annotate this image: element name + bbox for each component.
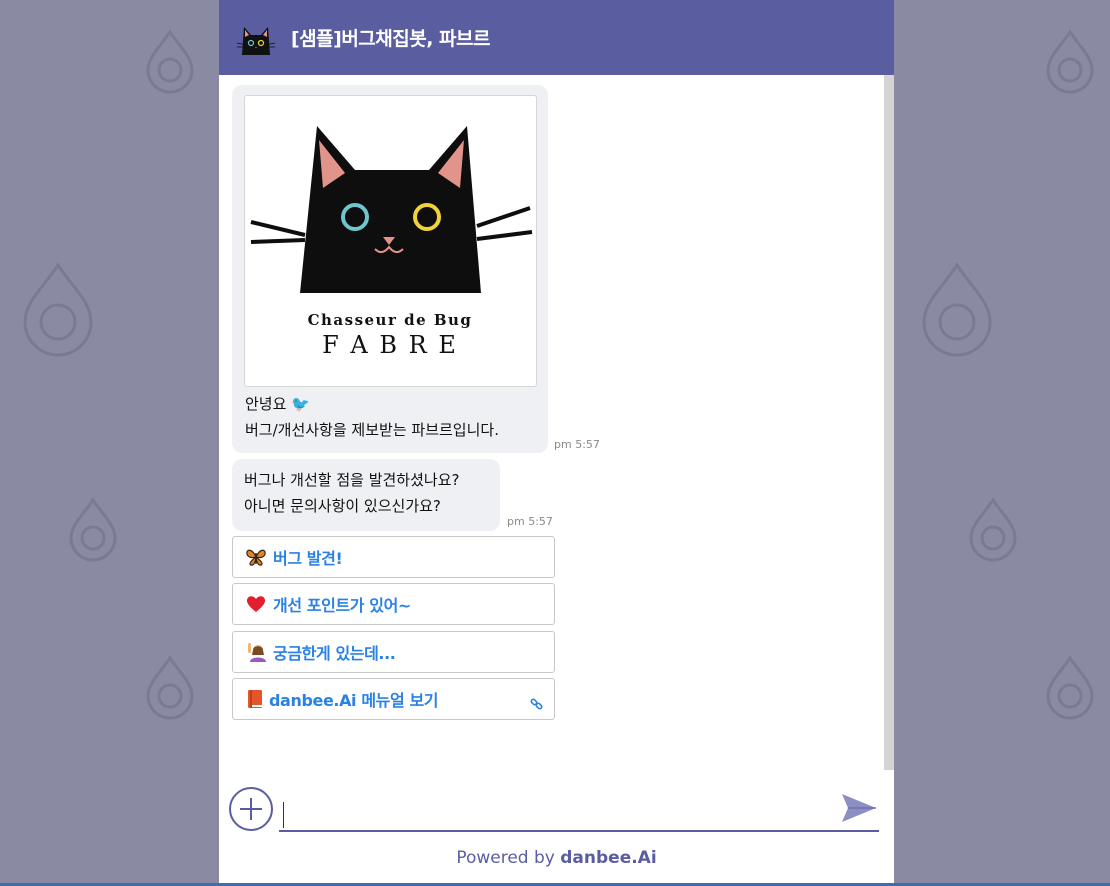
powered-by: Powered by danbee.Ai <box>219 848 894 868</box>
butterfly-icon <box>246 547 266 567</box>
message-list[interactable]: Chasseur de Bug F A B R E 안녕요 🐦 버그/개선사항을… <box>219 75 884 770</box>
chat-title: [샘플]버그채집봇, 파브르 <box>291 28 491 50</box>
send-button[interactable] <box>839 788 879 828</box>
quick-reply-label: 버그 발견! <box>273 549 343 568</box>
bot-avatar <box>231 12 281 63</box>
chat-header: [샘플]버그채집봇, 파브르 <box>219 0 894 75</box>
heart-icon <box>246 594 266 614</box>
message-timestamp: pm 5:57 <box>554 438 600 451</box>
scrollbar-thumb[interactable] <box>884 75 894 770</box>
book-icon <box>246 689 264 709</box>
external-link-icon <box>530 696 544 715</box>
quick-reply-manual-link[interactable]: danbee.Ai 메뉴얼 보기 <box>232 678 555 720</box>
text-cursor <box>283 802 284 828</box>
brand-link[interactable]: danbee.Ai <box>560 848 656 868</box>
plus-icon <box>240 798 262 820</box>
cat-icon <box>236 26 276 55</box>
bot-message-card: Chasseur de Bug F A B R E 안녕요 🐦 버그/개선사항을… <box>232 85 548 453</box>
card-caption-top: Chasseur de Bug <box>308 311 473 329</box>
bot-message-text: 안녕요 🐦 버그/개선사항을 제보받는 파브르입니다. <box>245 391 499 443</box>
message-input[interactable] <box>279 798 879 832</box>
powered-prefix: Powered by <box>456 848 555 868</box>
message-line: 안녕요 🐦 <box>245 395 310 413</box>
fabre-cat-logo: Chasseur de Bug F A B R E <box>250 126 533 359</box>
message-line: 아니면 문의사항이 있으신가요? <box>244 497 441 515</box>
bot-message: 버그나 개선할 점을 발견하셨나요? 아니면 문의사항이 있으신가요? <box>232 459 500 531</box>
message-line: 버그나 개선할 점을 발견하셨나요? <box>244 471 460 489</box>
message-line: 버그/개선사항을 제보받는 파브르입니다. <box>245 421 499 439</box>
quick-reply-bug-found[interactable]: 버그 발견! <box>232 536 555 578</box>
add-attachment-button[interactable] <box>229 787 273 831</box>
scrollbar[interactable] <box>884 75 894 770</box>
quick-reply-label: danbee.Ai 메뉴얼 보기 <box>269 691 439 710</box>
fabre-logo-image: Chasseur de Bug F A B R E <box>244 95 537 387</box>
quick-reply-question[interactable]: 궁금한게 있는데... <box>232 631 555 673</box>
quick-reply-label: 궁금한게 있는데... <box>273 644 396 663</box>
send-icon <box>842 794 876 822</box>
raising-hand-icon <box>246 642 266 662</box>
message-timestamp: pm 5:57 <box>507 515 553 528</box>
input-area: Powered by danbee.Ai <box>219 770 894 886</box>
card-caption-bottom: F A B R E <box>322 331 458 359</box>
bot-message-text: 버그나 개선할 점을 발견하셨나요? 아니면 문의사항이 있으신가요? <box>244 467 459 519</box>
quick-reply-label: 개선 포인트가 있어~ <box>273 596 411 615</box>
chat-window: [샘플]버그채집봇, 파브르 Chasseur de Bug F A B R E <box>219 0 894 886</box>
quick-reply-improvement[interactable]: 개선 포인트가 있어~ <box>232 583 555 625</box>
